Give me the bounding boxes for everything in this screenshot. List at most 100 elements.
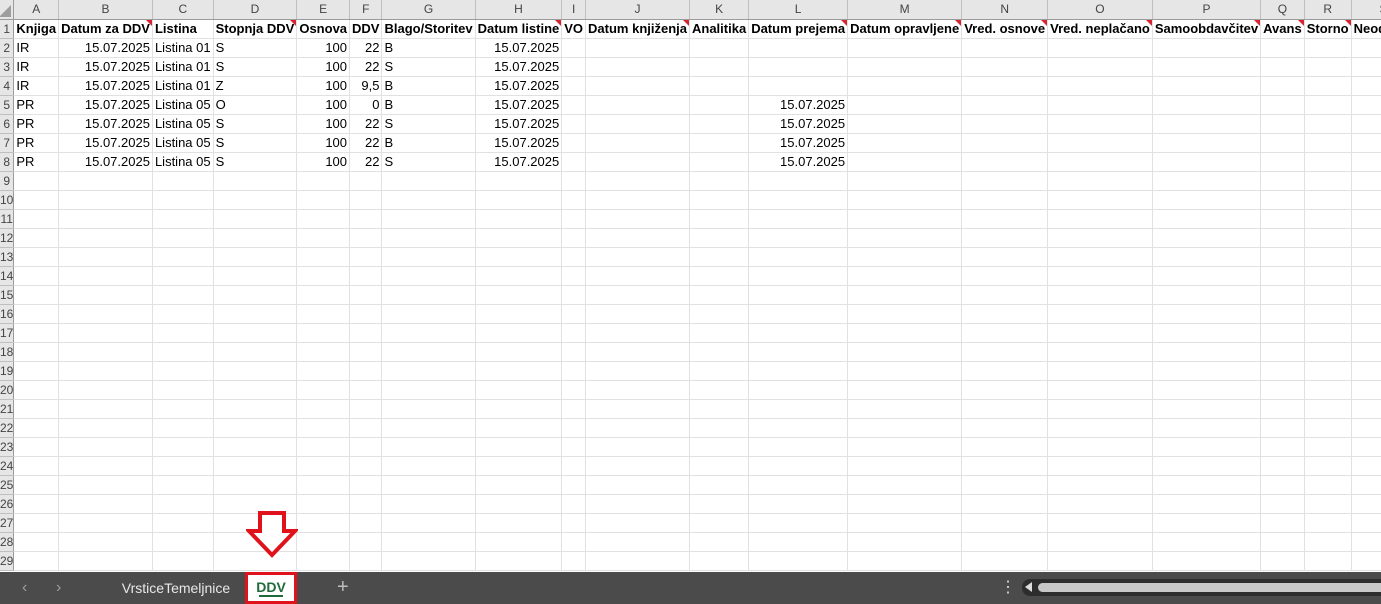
cell[interactable]: [561, 190, 587, 210]
row-header[interactable]: 10: [0, 190, 15, 210]
cell[interactable]: [847, 456, 963, 476]
cell[interactable]: [561, 475, 587, 495]
cell[interactable]: [961, 171, 1049, 191]
row-header[interactable]: 4: [0, 76, 15, 96]
header-cell-c[interactable]: Listina: [152, 19, 214, 39]
cell[interactable]: [585, 551, 690, 571]
cell[interactable]: 100: [296, 76, 351, 96]
cell[interactable]: [847, 228, 963, 248]
cell[interactable]: [58, 418, 153, 438]
cell[interactable]: [296, 266, 351, 286]
cell[interactable]: [13, 342, 60, 362]
cell[interactable]: [748, 494, 849, 514]
header-cell-i[interactable]: VO: [561, 19, 587, 39]
cell[interactable]: [1260, 361, 1305, 381]
cell[interactable]: [961, 95, 1049, 115]
cell[interactable]: [13, 494, 60, 514]
cell[interactable]: [58, 399, 153, 419]
cell[interactable]: [381, 418, 476, 438]
cell[interactable]: [1152, 190, 1262, 210]
cell[interactable]: [58, 342, 153, 362]
cell[interactable]: [1351, 494, 1381, 514]
cell[interactable]: [561, 285, 587, 305]
cell[interactable]: [1047, 171, 1153, 191]
cell[interactable]: [748, 399, 849, 419]
cell[interactable]: 100: [296, 38, 351, 58]
cell[interactable]: [475, 380, 563, 400]
cell[interactable]: [561, 494, 587, 514]
cell[interactable]: [381, 323, 476, 343]
tab-vrsticetemeljnice[interactable]: VrsticeTemeljnice: [112, 572, 240, 604]
cell[interactable]: PR: [13, 133, 60, 153]
cell[interactable]: [847, 152, 963, 172]
cell[interactable]: [1047, 399, 1153, 419]
cell[interactable]: [349, 171, 383, 191]
cell[interactable]: [1152, 133, 1262, 153]
cell[interactable]: 9,5: [349, 76, 383, 96]
cell[interactable]: [296, 171, 351, 191]
cell[interactable]: [1304, 171, 1352, 191]
cell[interactable]: [1304, 266, 1352, 286]
cell[interactable]: [58, 304, 153, 324]
cell[interactable]: [1152, 361, 1262, 381]
cell[interactable]: [1351, 532, 1381, 552]
cell[interactable]: [1260, 342, 1305, 362]
cell[interactable]: [1304, 247, 1352, 267]
cell[interactable]: [296, 475, 351, 495]
header-cell-s[interactable]: Neodbitni: [1351, 19, 1381, 39]
cell[interactable]: [585, 418, 690, 438]
cell[interactable]: [152, 399, 214, 419]
cell[interactable]: [296, 380, 351, 400]
cell[interactable]: [847, 551, 963, 571]
cell[interactable]: [748, 323, 849, 343]
header-cell-q[interactable]: Avans: [1260, 19, 1305, 39]
cell[interactable]: [1260, 437, 1305, 457]
cell[interactable]: [585, 95, 690, 115]
cell[interactable]: [152, 209, 214, 229]
cell[interactable]: [561, 551, 587, 571]
cell[interactable]: [585, 76, 690, 96]
row-header[interactable]: 7: [0, 133, 15, 153]
column-header-q[interactable]: Q: [1260, 0, 1305, 20]
cell[interactable]: [585, 342, 690, 362]
cell[interactable]: [13, 323, 60, 343]
cell[interactable]: [585, 323, 690, 343]
cell[interactable]: [748, 209, 849, 229]
cell[interactable]: [561, 361, 587, 381]
cell[interactable]: [1047, 437, 1153, 457]
cell[interactable]: [58, 171, 153, 191]
cell[interactable]: [475, 342, 563, 362]
cell[interactable]: [296, 209, 351, 229]
cell[interactable]: [58, 361, 153, 381]
cell[interactable]: [296, 247, 351, 267]
cell[interactable]: [349, 532, 383, 552]
cell[interactable]: [1047, 228, 1153, 248]
cell[interactable]: [213, 190, 298, 210]
cell[interactable]: [1304, 323, 1352, 343]
cell[interactable]: [1351, 95, 1381, 115]
cell[interactable]: [296, 361, 351, 381]
cell[interactable]: [13, 551, 60, 571]
cell[interactable]: [381, 513, 476, 533]
cell[interactable]: [585, 399, 690, 419]
cell[interactable]: [689, 437, 750, 457]
cell[interactable]: 22: [349, 38, 383, 58]
cell[interactable]: [381, 171, 476, 191]
cell[interactable]: [748, 228, 849, 248]
cell[interactable]: [689, 114, 750, 134]
cell[interactable]: [1260, 76, 1305, 96]
cell[interactable]: [1260, 114, 1305, 134]
cell[interactable]: S: [381, 57, 476, 77]
cell[interactable]: [847, 266, 963, 286]
cell[interactable]: [689, 456, 750, 476]
cell[interactable]: [847, 494, 963, 514]
cell[interactable]: [689, 380, 750, 400]
cell[interactable]: [58, 532, 153, 552]
cell[interactable]: [296, 513, 351, 533]
cell[interactable]: [1152, 285, 1262, 305]
cell[interactable]: [58, 266, 153, 286]
cell[interactable]: [13, 209, 60, 229]
cell[interactable]: [585, 171, 690, 191]
cell[interactable]: S: [381, 114, 476, 134]
cell[interactable]: [152, 304, 214, 324]
